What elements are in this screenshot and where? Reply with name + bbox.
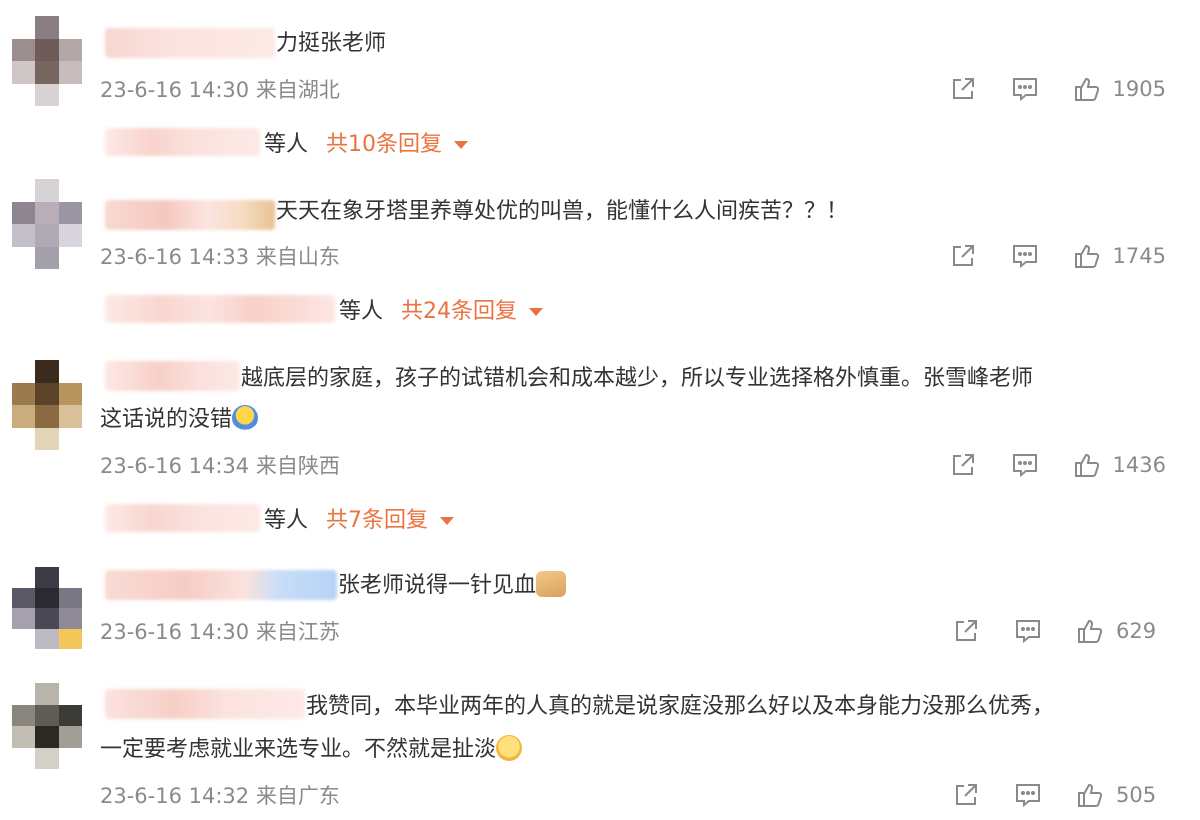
comment-text: 力挺张老师 [276,31,387,56]
like-count: 629 [1116,619,1157,643]
comment-location: 来自江苏 [255,620,340,644]
avatar[interactable] [12,683,82,769]
view-replies-link[interactable]: 共24条回复 [401,293,544,325]
like-count: 1905 [1112,77,1166,101]
comment-location: 来自山东 [255,245,340,269]
caret-down-icon [529,308,544,316]
avatar[interactable] [12,179,82,269]
comment-icon[interactable] [1011,242,1039,270]
avatar[interactable] [12,360,82,450]
thumbs-up-icon[interactable] [1073,451,1101,479]
view-replies-link[interactable]: 共7条回复 [326,502,455,534]
avatar[interactable] [12,567,82,649]
username-blurred[interactable] [105,28,275,58]
comment-time: 23-6-16 14:30 [100,78,250,102]
comment-text-line2-content: 这话说的没错 [100,407,233,432]
sub-replies-etc: 等人 [264,508,309,533]
thumbs-up-icon[interactable] [1073,242,1101,270]
thumbs-up-icon[interactable] [1076,781,1104,809]
hug-emoji [232,405,259,431]
username-blurred[interactable] [105,570,337,600]
thumbs-up-icon[interactable] [1073,75,1101,103]
thumbs-up-icon[interactable] [1076,617,1104,645]
sub-replies-etc: 等人 [339,299,384,324]
comment-time: 23-6-16 14:30 [100,620,250,644]
comment-actions: 629 [952,616,1166,646]
comment-time: 23-6-16 14:33 [100,245,250,269]
replies-total: 共24条回复 [401,299,518,324]
like-count: 1436 [1112,453,1166,477]
username-blurred[interactable] [105,200,275,230]
sub-replies-etc: 等人 [264,132,309,157]
comment-time: 23-6-16 14:32 [100,784,250,808]
comment-item: 越底层的家庭，孩子的试错机会和成本越少，所以专业选择格外慎重。张雪峰老师 这话说… [0,345,1200,555]
comment-text: 天天在象牙塔里养尊处优的叫兽，能懂什么人间疾苦？？！ [276,199,849,224]
comment-meta: 23-6-16 14:30 来自江苏 [100,616,340,646]
comment-meta: 23-6-16 14:34 来自陕西 [100,450,340,480]
comment-icon[interactable] [1014,781,1042,809]
sub-replier-names-blurred [105,295,335,323]
sub-replies-row: 等人 共24条回复 [105,292,544,326]
comment-text: 张老师说得一针见血 [338,566,567,606]
sub-replies-row: 等人 共7条回复 [105,501,455,535]
share-icon[interactable] [952,781,980,809]
comment-icon[interactable] [1014,617,1042,645]
comment-text-content: 张老师说得一针见血 [338,573,537,598]
share-icon[interactable] [949,242,977,270]
replies-total: 共7条回复 [326,508,429,533]
sub-replier-names-blurred [105,504,260,532]
comment-actions: 1436 [949,450,1166,480]
comment-text-line2: 一定要考虑就业来选专业。不然就是扯淡 [100,730,523,770]
comment-actions: 1905 [949,74,1166,104]
username-blurred[interactable] [105,361,240,391]
comment-location: 来自湖北 [255,78,340,102]
like-count: 505 [1116,783,1157,807]
comment-text-line1: 我赞同，本毕业两年的人真的就是说家庭没那么好以及本身能力没那么优秀， [306,694,1055,719]
comment-icon[interactable] [1011,451,1039,479]
sub-replier-names-blurred [105,128,260,156]
comment-text-line1: 越底层的家庭，孩子的试错机会和成本越少，所以专业选择格外慎重。张雪峰老师 [241,366,1034,391]
replies-total: 共10条回复 [326,132,443,157]
like-count: 1745 [1112,244,1166,268]
comment-item: 我赞同，本毕业两年的人真的就是说家庭没那么好以及本身能力没那么优秀， 一定要考虑… [0,665,1200,820]
view-replies-link[interactable]: 共10条回复 [326,126,469,158]
avatar[interactable] [12,16,82,106]
comment-text-line2: 这话说的没错 [100,400,259,440]
comment-item: 张老师说得一针见血 23-6-16 14:30 来自江苏 629 [0,555,1200,665]
comment-meta: 23-6-16 14:33 来自山东 [100,241,340,271]
share-icon[interactable] [949,75,977,103]
thumbs-up-emoji [536,571,567,597]
laugh-emoji [496,735,523,761]
comment-icon[interactable] [1011,75,1039,103]
comment-time: 23-6-16 14:34 [100,454,250,478]
comment-item: 天天在象牙塔里养尊处优的叫兽，能懂什么人间疾苦？？！ 23-6-16 14:33… [0,175,1200,345]
sub-replies-row: 等人 共10条回复 [105,125,469,159]
share-icon[interactable] [952,617,980,645]
comment-item: 力挺张老师 23-6-16 14:30 来自湖北 1905 等人 共10条回复 [0,0,1200,175]
caret-down-icon [454,141,469,149]
comment-meta: 23-6-16 14:32 来自广东 [100,780,340,810]
comment-text-line2-content: 一定要考虑就业来选专业。不然就是扯淡 [100,737,497,762]
comment-meta: 23-6-16 14:30 来自湖北 [100,74,340,104]
caret-down-icon [440,517,455,525]
comment-actions: 505 [952,780,1166,810]
comment-location: 来自广东 [255,784,340,808]
username-blurred[interactable] [105,689,305,719]
share-icon[interactable] [949,451,977,479]
comment-actions: 1745 [949,241,1166,271]
comment-location: 来自陕西 [255,454,340,478]
